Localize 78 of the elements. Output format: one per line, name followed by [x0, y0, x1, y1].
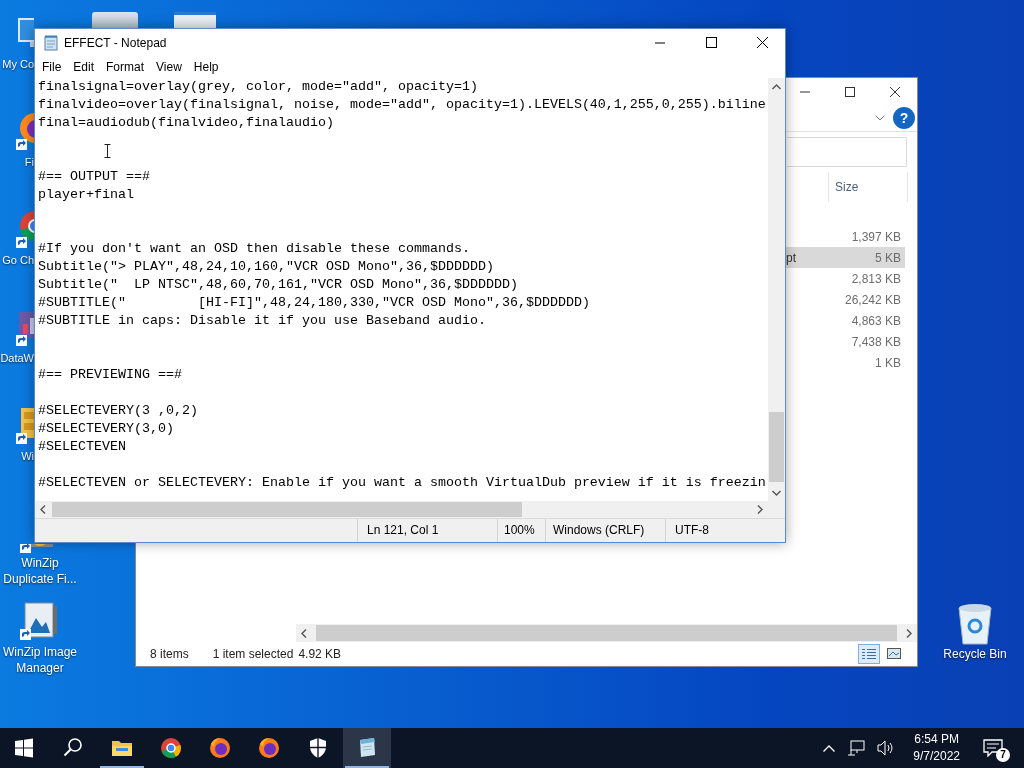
document-icon	[92, 12, 138, 28]
running-indicator	[100, 766, 144, 768]
desktop-icon-label: Recycle Bin	[942, 646, 1008, 662]
status-text: Ln 121, Col 1	[357, 519, 497, 542]
text-cursor-icon	[104, 144, 111, 158]
file-row[interactable]: 2,813 KB	[786, 268, 905, 289]
picture-view-icon	[887, 648, 901, 660]
file-size: 26,242 KB	[844, 292, 902, 307]
desktop-icon-label: WinZip Duplicate Fi...	[2, 555, 78, 587]
chevron-icon[interactable]	[875, 115, 885, 121]
scroll-thumb[interactable]	[316, 625, 897, 641]
fox-browser-icon	[208, 736, 232, 760]
status-text: Windows (CRLF)	[545, 519, 665, 542]
help-button[interactable]: ?	[893, 107, 915, 129]
desktop-icon-label: WinZip Image Manager	[2, 644, 78, 676]
scroll-left-icon[interactable]	[40, 505, 46, 514]
maximize-icon	[705, 37, 717, 48]
network-icon[interactable]	[847, 740, 866, 756]
notepad-icon	[43, 34, 59, 51]
clock-time[interactable]: 6:54 PM	[914, 731, 959, 748]
file-size: 5 KB	[875, 250, 902, 265]
file-size: 4,863 KB	[851, 313, 902, 328]
desktop-icon-label: Fi	[23, 155, 34, 170]
round-browser-icon	[159, 736, 183, 760]
menu-item[interactable]: File	[36, 57, 68, 77]
scroll-right-icon[interactable]	[906, 628, 912, 638]
file-row[interactable]: 7,438 KB	[786, 331, 905, 352]
window-icon	[174, 12, 216, 28]
fox-browser-icon	[257, 736, 281, 760]
status-text: 8 items	[150, 647, 189, 661]
scroll-thumb[interactable]	[769, 412, 784, 482]
scrollbar[interactable]	[35, 501, 768, 518]
file-row[interactable]: 4,863 KB	[786, 310, 905, 331]
status-text: UTF-8	[665, 519, 785, 542]
file-size: 1 KB	[875, 355, 902, 370]
file-row[interactable]: 1,397 KB	[786, 226, 905, 247]
file-size: 1,397 KB	[851, 229, 902, 244]
window-title: EFFECT - Notepad	[64, 35, 167, 50]
details-view-button[interactable]	[858, 644, 880, 664]
scrollbar[interactable]	[768, 78, 785, 501]
start-icon	[12, 736, 36, 760]
clock-date[interactable]: 9/7/2022	[913, 748, 960, 765]
search-field[interactable]	[787, 137, 907, 167]
taskbar-button[interactable]	[343, 728, 391, 768]
file-size: 2,813 KB	[851, 271, 902, 286]
status-text: 4.92 KB	[298, 647, 342, 661]
column-header[interactable]: Size	[828, 172, 908, 202]
desktop-icon-label: DataW	[0, 351, 34, 366]
menu-item[interactable]: Edit	[67, 57, 101, 77]
menu-item[interactable]: Format	[100, 57, 151, 77]
notification-count: 7	[996, 748, 1010, 762]
scroll-right-icon[interactable]	[757, 505, 763, 514]
menu-item[interactable]: Help	[187, 57, 225, 77]
file-row[interactable]: 26,242 KB	[786, 289, 905, 310]
close-icon	[889, 86, 900, 97]
desktop-icon-label: Go Ch	[1, 253, 34, 268]
text-area[interactable]: finalsignal=overlay(grey, color, mode="add", opacity=1) finalvideo=overlay(finalsignal, noise, mode="add", opacity=1).LEVELS(40,1,255,0,255).biline final=audiodub(finalvideo,finalaudio) #== OUTPUT ==# player+final #If you don't want an OSD then disable these commands. Subtitle("> PLAY",48,24,10,160,"VCR OSD Mono",36,$DDDDDD) Subtitle(" LP NTSC",48,60,70,161,"VCR OSD Mono",36,$DDDDDD) #SUBTITLE(" [HI-FI]",48,24,180,330,"VCR OSD Mono",36,$DDDDDD) #SUBTITLE in caps: Disable it if you use Baseband audio. #== PREVIEWING ==# #SELECTEVERY(3 ,0,2) #SELECTEVERY(3,0) #SELECTEVEN #SELECTEVEN or SELECTEVERY: Enable if you want a smooth VirtualDub preview if it is freezin	[35, 78, 768, 501]
file-name: pt	[786, 250, 796, 265]
scrollbar[interactable]	[296, 624, 917, 642]
scroll-left-icon[interactable]	[301, 628, 307, 638]
running-indicator	[345, 766, 389, 768]
status-text: 1 item selected	[212, 647, 294, 661]
scroll-up-icon[interactable]	[772, 84, 781, 90]
speaker-icon[interactable]	[877, 740, 896, 756]
file-row[interactable]: 1 KB	[786, 352, 905, 373]
caret-icon[interactable]	[823, 744, 836, 752]
recycle-bin-icon[interactable]	[955, 602, 995, 646]
file-size: 7,438 KB	[851, 334, 902, 349]
file-row[interactable]: pt 5 KB	[786, 247, 905, 268]
status-text: 100%	[497, 519, 545, 542]
details-view-icon	[862, 648, 876, 660]
menu-item[interactable]: View	[150, 57, 188, 77]
desktop-icon-label: My Co	[1, 57, 34, 72]
close-icon	[756, 37, 768, 48]
scroll-down-icon[interactable]	[772, 490, 781, 496]
desktop-icon-label: Wi	[20, 449, 34, 464]
scroll-thumb[interactable]	[52, 502, 522, 517]
maximize-icon	[844, 86, 855, 97]
